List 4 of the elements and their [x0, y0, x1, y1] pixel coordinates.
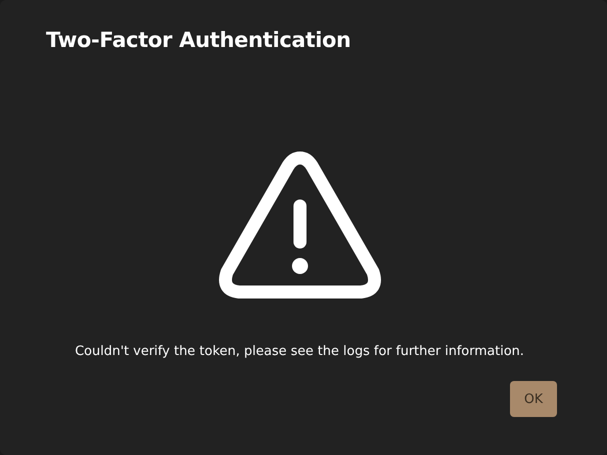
error-message: Couldn't verify the token, please see the logs for further information.	[74, 344, 526, 359]
ok-button[interactable]: OK	[510, 381, 557, 417]
dialog-title: Two-Factor Authentication	[46, 28, 352, 52]
warning-icon	[216, 150, 382, 300]
